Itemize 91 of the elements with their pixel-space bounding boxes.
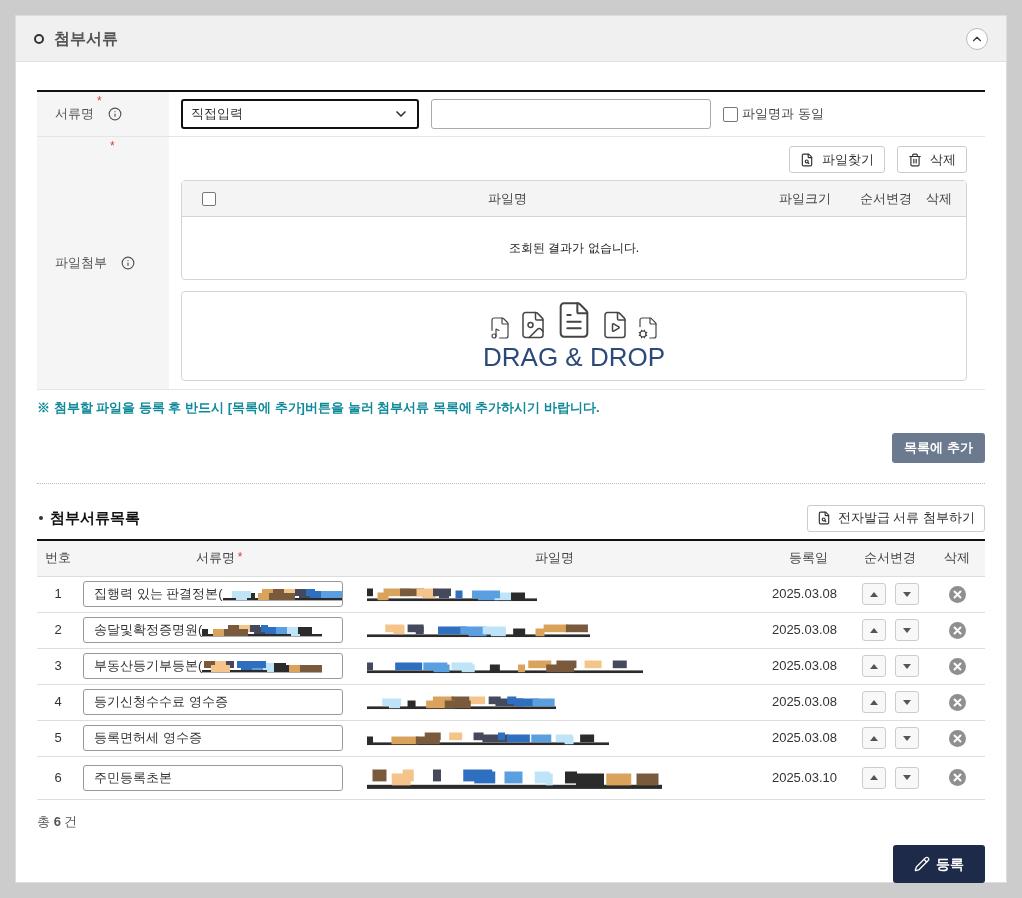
remove-icon[interactable] <box>949 693 966 711</box>
drop-zone-label: DRAG & DROP <box>483 342 665 372</box>
column-header: 파일크기 <box>779 189 831 208</box>
info-icon <box>107 107 122 121</box>
document-name-field[interactable]: 집행력 있는 판결정본( <box>83 581 343 607</box>
move-up-button[interactable] <box>862 691 886 713</box>
move-down-button[interactable] <box>895 583 919 605</box>
input-field[interactable] <box>431 99 711 129</box>
checkbox[interactable] <box>202 191 216 206</box>
move-down-button[interactable] <box>895 766 919 789</box>
move-down-button[interactable] <box>895 727 919 749</box>
gear-file-icon <box>636 316 660 340</box>
down-triangle-icon <box>903 591 911 597</box>
bullet-icon <box>34 33 44 44</box>
required-mark: * <box>237 549 243 567</box>
file-search-icon <box>816 511 831 525</box>
move-up-button[interactable] <box>862 619 886 641</box>
checkbox[interactable] <box>723 106 738 122</box>
column-header: 순서변경 <box>863 549 916 568</box>
up-triangle-icon <box>870 591 878 597</box>
row-number: 6 <box>54 768 62 787</box>
remove-icon[interactable] <box>949 769 966 786</box>
file-search-icon <box>800 152 814 167</box>
down-triangle-icon <box>903 775 911 780</box>
field-label: 파일첨부 <box>55 254 107 273</box>
move-up-button[interactable] <box>862 655 886 677</box>
list-title: 첨부서류목록 <box>50 507 140 528</box>
column-header: 삭제 <box>926 189 952 208</box>
info-icon <box>120 256 135 270</box>
up-triangle-icon <box>870 699 878 705</box>
row-number: 2 <box>54 621 62 640</box>
pencil-icon <box>914 856 930 872</box>
bullet-icon <box>39 516 43 520</box>
date-cell-text: 2025.03.08 <box>771 693 837 712</box>
delete-button[interactable]: 삭제 <box>897 146 967 173</box>
empty-message: 조회된 결과가 없습니다. <box>509 240 639 257</box>
move-up-button[interactable] <box>862 583 886 605</box>
document-name-field[interactable]: 주민등록초본 <box>83 764 343 791</box>
date-cell-text: 2025.03.08 <box>771 729 837 748</box>
document-name-field[interactable]: 송달및확정증명원( <box>83 617 343 643</box>
trash-icon <box>908 152 922 167</box>
collapse-button[interactable] <box>966 27 988 50</box>
total-count: 총 6 건 <box>37 812 79 831</box>
column-header: 번호 <box>45 549 71 568</box>
down-triangle-icon <box>903 627 911 633</box>
down-triangle-icon <box>903 735 911 741</box>
required-mark: * <box>110 138 115 155</box>
date-cell-text: 2025.03.08 <box>771 585 837 604</box>
document-name-field[interactable]: 등록면허세 영수증 <box>83 725 343 751</box>
select-field[interactable]: 직접입력 <box>181 99 419 129</box>
required-mark: * <box>97 93 102 110</box>
find-file-button[interactable]: 파일찾기 <box>789 146 885 173</box>
column-header: 파일명 <box>534 549 574 568</box>
up-triangle-icon <box>870 627 878 633</box>
field-label: 서류명 <box>55 105 94 124</box>
row-number: 1 <box>54 585 62 604</box>
remove-icon[interactable] <box>949 621 966 639</box>
e-document-button[interactable]: 전자발급 서류 첨부하기 <box>806 504 985 532</box>
document-name-field[interactable]: 등기신청수수료 영수증 <box>83 689 343 715</box>
up-triangle-icon <box>870 775 878 780</box>
row-number: 3 <box>54 657 62 676</box>
column-header: 등록일 <box>788 549 828 568</box>
up-triangle-icon <box>870 663 878 669</box>
move-up-button[interactable] <box>862 766 886 789</box>
document-name-field[interactable]: 부동산등기부등본( <box>83 653 343 679</box>
down-triangle-icon <box>903 663 911 669</box>
notice-text: ※ 첨부할 파일을 등록 후 반드시 [목록에 추가]버튼을 눌러 첨부서류 목록에 추가하시기 바랍니다. <box>37 399 601 417</box>
music-file-icon <box>488 316 512 340</box>
up-triangle-icon <box>870 735 878 741</box>
date-cell-text: 2025.03.10 <box>771 768 837 787</box>
register-button[interactable]: 등록 <box>893 845 985 883</box>
row-number: 5 <box>54 729 62 748</box>
section-title: 첨부서류 <box>54 28 118 49</box>
date-cell-text: 2025.03.08 <box>771 621 837 640</box>
drop-zone[interactable]: DRAG & DROP <box>181 291 967 381</box>
remove-icon[interactable] <box>949 729 966 747</box>
remove-icon[interactable] <box>949 585 966 603</box>
row-number: 4 <box>54 693 62 712</box>
remove-icon[interactable] <box>949 657 966 675</box>
move-down-button[interactable] <box>895 655 919 677</box>
column-header: 서류명 <box>195 549 235 568</box>
move-down-button[interactable] <box>895 619 919 641</box>
date-cell-text: 2025.03.08 <box>771 657 837 676</box>
checkbox-label: 파일명과 동일 <box>742 105 824 124</box>
add-to-list-button[interactable]: 목록에 추가 <box>892 432 985 463</box>
move-down-button[interactable] <box>895 691 919 713</box>
move-up-button[interactable] <box>862 727 886 749</box>
column-header: 파일명 <box>488 189 527 208</box>
column-header: 삭제 <box>943 549 970 568</box>
column-header: 순서변경 <box>860 189 912 208</box>
down-triangle-icon <box>903 699 911 705</box>
